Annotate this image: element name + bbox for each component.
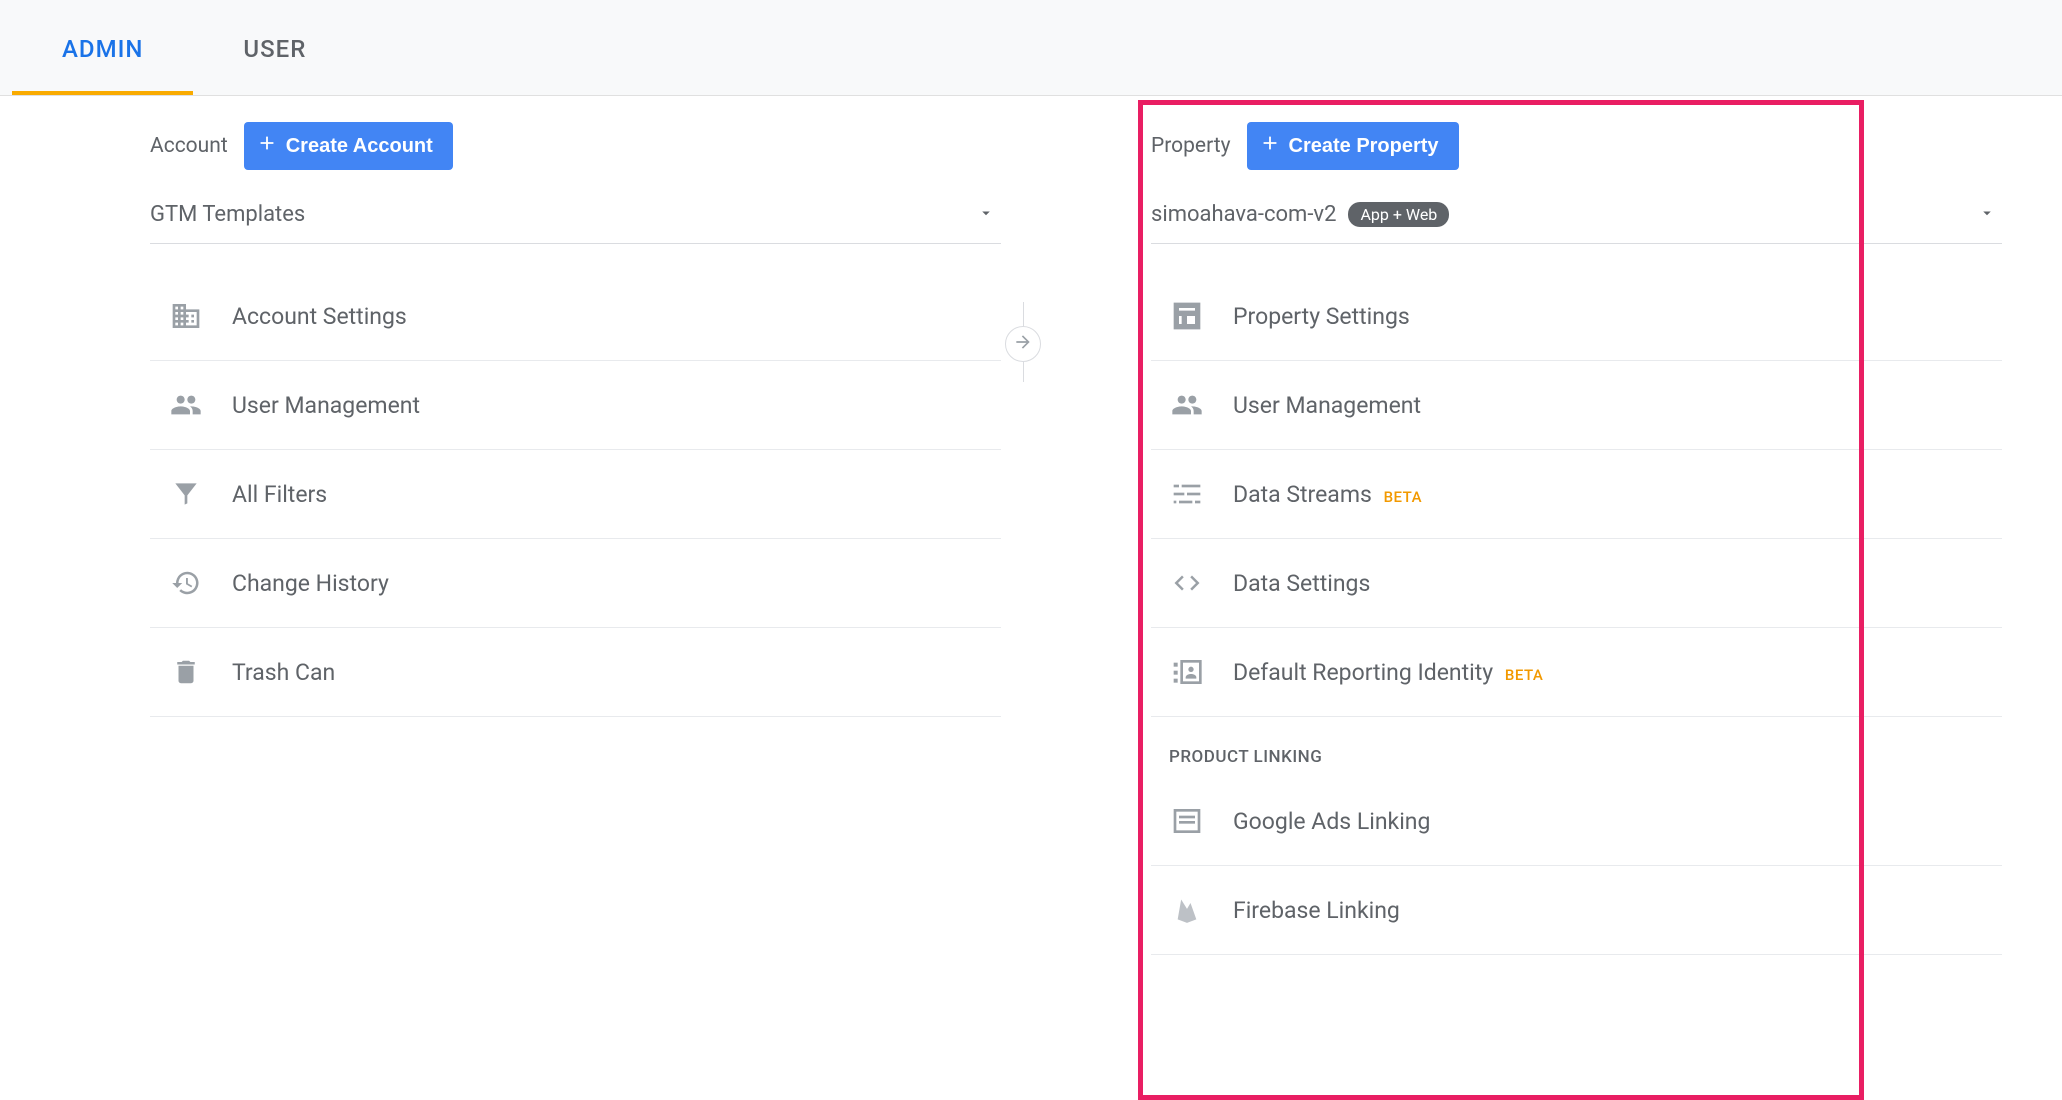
chevron-down-icon: [977, 204, 995, 226]
beta-tag: BETA: [1505, 666, 1544, 684]
create-account-label: Create Account: [286, 135, 433, 158]
property-menu: Property Settings User Management Data S…: [1151, 272, 2002, 955]
building-icon: [168, 298, 204, 334]
menu-label: Firebase Linking: [1233, 897, 1400, 924]
menu-item-data-settings[interactable]: Data Settings: [1151, 539, 2002, 628]
plus-icon: [1259, 132, 1281, 160]
arrow-right-icon: [1013, 332, 1033, 356]
account-label: Account: [150, 134, 228, 158]
property-column: Property Create Property simoahava-com-v…: [1031, 122, 2062, 955]
menu-label: Property Settings: [1233, 303, 1410, 330]
account-selector[interactable]: GTM Templates: [150, 192, 1001, 244]
identity-icon: [1169, 654, 1205, 690]
history-icon: [168, 565, 204, 601]
chevron-down-icon: [1978, 204, 1996, 226]
ads-icon: [1169, 803, 1205, 839]
layout-icon: [1169, 298, 1205, 334]
menu-item-property-settings[interactable]: Property Settings: [1151, 272, 2002, 361]
tab-user[interactable]: USER: [193, 5, 356, 95]
beta-tag: BETA: [1384, 488, 1423, 506]
people-icon: [1169, 387, 1205, 423]
menu-label: Account Settings: [232, 303, 407, 330]
app-web-badge: App + Web: [1348, 202, 1449, 227]
people-icon: [168, 387, 204, 423]
tab-admin[interactable]: ADMIN: [12, 5, 193, 95]
trash-icon: [168, 654, 204, 690]
account-column: Account Create Account GTM Templates Ac: [0, 122, 1031, 955]
menu-item-trash-can[interactable]: Trash Can: [150, 628, 1001, 717]
plus-icon: [256, 132, 278, 160]
create-account-button[interactable]: Create Account: [244, 122, 453, 170]
account-selector-text: GTM Templates: [150, 202, 305, 227]
menu-item-change-history[interactable]: Change History: [150, 539, 1001, 628]
create-property-button[interactable]: Create Property: [1247, 122, 1459, 170]
menu-item-firebase-linking[interactable]: Firebase Linking: [1151, 866, 2002, 955]
menu-item-default-reporting-identity[interactable]: Default Reporting Identity BETA: [1151, 628, 2002, 717]
menu-label: Data Streams BETA: [1233, 481, 1422, 508]
menu-item-all-filters[interactable]: All Filters: [150, 450, 1001, 539]
menu-label: User Management: [232, 392, 420, 419]
property-label: Property: [1151, 134, 1231, 158]
product-linking-header: PRODUCT LINKING: [1151, 717, 2002, 777]
code-icon: [1169, 565, 1205, 601]
menu-label: Trash Can: [232, 659, 335, 686]
menu-item-data-streams[interactable]: Data Streams BETA: [1151, 450, 2002, 539]
collapse-toggle[interactable]: [1005, 326, 1041, 362]
menu-item-account-settings[interactable]: Account Settings: [150, 272, 1001, 361]
menu-label: Data Settings: [1233, 570, 1370, 597]
top-tabs: ADMIN USER: [0, 0, 2062, 96]
account-menu: Account Settings User Management All Fil…: [150, 272, 1001, 717]
menu-item-user-management-property[interactable]: User Management: [1151, 361, 2002, 450]
menu-label: All Filters: [232, 481, 327, 508]
menu-item-user-management[interactable]: User Management: [150, 361, 1001, 450]
menu-label: Google Ads Linking: [1233, 808, 1430, 835]
filter-icon: [168, 476, 204, 512]
property-selector[interactable]: simoahava-com-v2 App + Web: [1151, 192, 2002, 244]
property-selector-text: simoahava-com-v2: [1151, 202, 1336, 227]
menu-label: Default Reporting Identity BETA: [1233, 659, 1543, 686]
firebase-icon: [1169, 892, 1205, 928]
menu-item-google-ads-linking[interactable]: Google Ads Linking: [1151, 777, 2002, 866]
menu-label: Change History: [232, 570, 389, 597]
create-property-label: Create Property: [1289, 135, 1439, 158]
streams-icon: [1169, 476, 1205, 512]
menu-label: User Management: [1233, 392, 1421, 419]
